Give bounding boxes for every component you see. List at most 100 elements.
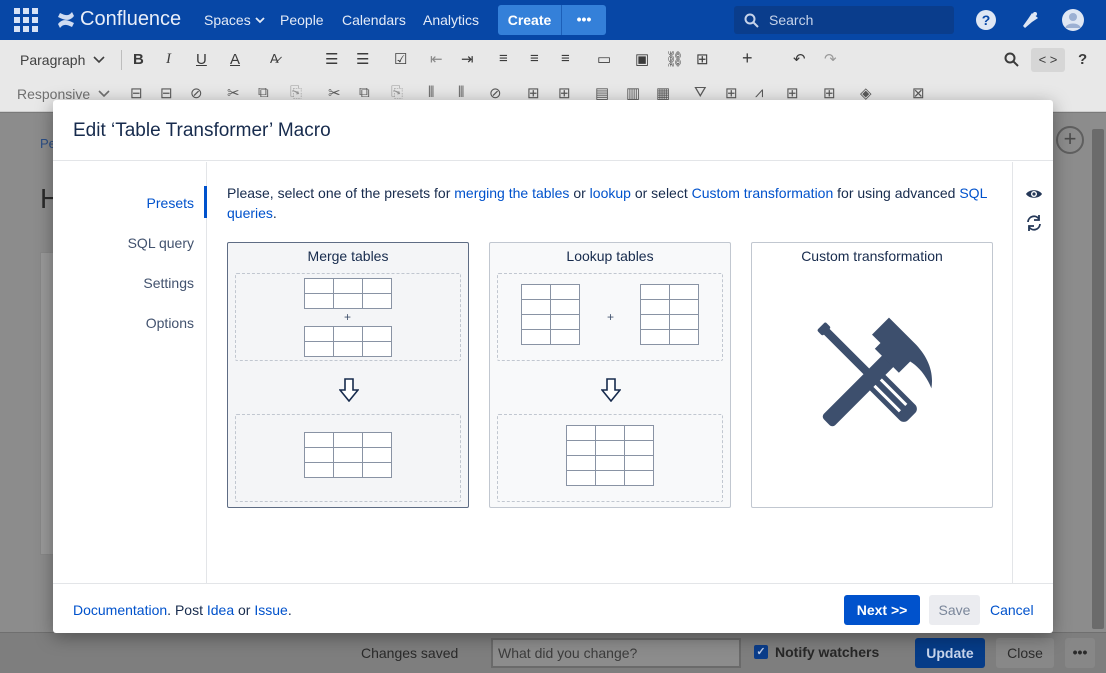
numbered-list-icon[interactable]: ☰: [356, 50, 369, 68]
next-button[interactable]: Next >>: [844, 595, 920, 625]
preset-title: Lookup tables: [566, 248, 654, 264]
search-placeholder: Search: [769, 12, 814, 28]
nav-people[interactable]: People: [280, 12, 324, 28]
tab-sql-query[interactable]: SQL query: [128, 235, 194, 251]
tab-settings[interactable]: Settings: [143, 275, 194, 291]
footer-links: Documentation. Post Idea or Issue.: [73, 602, 292, 618]
app-switcher-icon[interactable]: [14, 8, 40, 32]
scrollbar-thumb[interactable]: [1092, 129, 1104, 629]
create-more-button[interactable]: •••: [561, 5, 606, 35]
undo-icon[interactable]: ↶: [793, 50, 806, 68]
confluence-logo-icon: [58, 11, 74, 28]
update-button[interactable]: Update: [915, 638, 985, 668]
change-comment-input[interactable]: [491, 638, 741, 668]
result-table-area: [497, 414, 723, 502]
notifications-icon[interactable]: [1019, 9, 1041, 31]
preset-title: Custom transformation: [801, 248, 943, 264]
align-left-icon[interactable]: ≡: [499, 50, 508, 67]
redo-icon[interactable]: ↷: [824, 50, 837, 68]
source-tables-area: +: [497, 273, 723, 361]
italic-icon[interactable]: I: [166, 51, 171, 68]
active-tab-indicator: [204, 186, 207, 218]
table-preview-icon: [640, 284, 699, 345]
table-filter-icon[interactable]: ⛛: [694, 84, 707, 101]
svg-text:?: ?: [982, 12, 991, 28]
text-color-icon[interactable]: A: [230, 51, 240, 68]
merging-tables-link[interactable]: merging the tables: [454, 185, 569, 201]
help-icon[interactable]: ?: [975, 9, 997, 31]
refresh-icon[interactable]: [1025, 214, 1043, 232]
table-preview-icon: [304, 278, 392, 309]
footer-text: .: [287, 602, 292, 618]
paste-row-icon[interactable]: ⎘: [290, 84, 302, 101]
nav-spaces-label: Spaces: [204, 12, 251, 28]
hammer-screwdriver-icon: [817, 317, 933, 427]
help-shortcut-icon[interactable]: ?: [1078, 51, 1087, 68]
cancel-button[interactable]: Cancel: [990, 595, 1034, 625]
add-icon[interactable]: +: [1056, 126, 1084, 154]
chevron-down-icon: [93, 56, 105, 64]
tab-presets[interactable]: Presets: [147, 195, 194, 211]
footer-text: or: [234, 602, 255, 618]
close-button[interactable]: Close: [996, 638, 1054, 668]
issue-link[interactable]: Issue: [254, 602, 287, 618]
paragraph-select[interactable]: Paragraph: [20, 52, 105, 68]
save-status: Changes saved: [361, 645, 459, 661]
lookup-link[interactable]: lookup: [590, 185, 631, 201]
clear-format-icon[interactable]: A̷: [270, 51, 279, 66]
preset-card-merge-tables[interactable]: Merge tables +: [227, 242, 469, 508]
bullet-list-icon[interactable]: ☰: [325, 50, 338, 68]
source-tables-area: +: [235, 273, 461, 361]
confluence-logo[interactable]: Confluence: [56, 8, 181, 31]
align-right-icon[interactable]: ≡: [561, 50, 570, 67]
tab-options[interactable]: Options: [146, 315, 194, 331]
editor-footer: Changes saved ✓ Notify watchers Update C…: [0, 632, 1106, 673]
idea-link[interactable]: Idea: [207, 602, 234, 618]
image-icon[interactable]: ▣: [635, 50, 649, 68]
create-button[interactable]: Create: [498, 5, 561, 35]
preview-eye-icon[interactable]: [1025, 185, 1043, 203]
notify-watchers-checkbox[interactable]: ✓ Notify watchers: [754, 644, 879, 660]
insert-column-after-icon[interactable]: ⫴: [458, 84, 464, 101]
link-icon[interactable]: ⛓: [665, 50, 684, 68]
indent-icon[interactable]: ⇥: [461, 50, 474, 68]
outdent-icon[interactable]: ⇤: [430, 50, 443, 68]
intro-text: for using advanced: [833, 185, 960, 201]
insert-more-icon[interactable]: +: [742, 48, 753, 69]
insert-column-before-icon[interactable]: ⫴: [428, 84, 434, 101]
preset-title: Merge tables: [307, 248, 389, 264]
page-scrollbar[interactable]: [1090, 113, 1106, 632]
save-button[interactable]: Save: [929, 595, 980, 625]
table-icon[interactable]: ⊞: [696, 50, 709, 68]
nav-calendars[interactable]: Calendars: [342, 12, 406, 28]
documentation-link[interactable]: Documentation: [73, 602, 167, 618]
copy-row-icon[interactable]: ⧉: [258, 84, 269, 101]
source-editor-toggle[interactable]: < >: [1031, 48, 1065, 72]
chevron-down-icon: [255, 17, 265, 24]
profile-avatar-icon[interactable]: [1062, 9, 1084, 31]
plus-sign: +: [344, 310, 352, 324]
table-chart-icon[interactable]: ⩘: [755, 84, 763, 101]
underline-icon[interactable]: U: [196, 51, 207, 68]
page-layout-icon[interactable]: ▭: [597, 50, 611, 68]
dialog-tabs: Presets SQL query Settings Options: [53, 162, 207, 583]
more-actions-button[interactable]: •••: [1065, 638, 1095, 668]
footer-text: . Post: [167, 602, 207, 618]
nav-calendars-label: Calendars: [342, 12, 406, 28]
nav-analytics[interactable]: Analytics: [423, 12, 479, 28]
preset-card-lookup-tables[interactable]: Lookup tables +: [489, 242, 731, 508]
find-replace-icon[interactable]: [1004, 52, 1019, 67]
nav-spaces[interactable]: Spaces: [204, 12, 265, 28]
table-preview-icon: [521, 284, 580, 345]
align-center-icon[interactable]: ≡: [530, 50, 539, 67]
table-preview-icon: [304, 432, 392, 478]
task-list-icon[interactable]: ☑: [394, 50, 407, 68]
copy-column-icon[interactable]: ⧉: [359, 84, 370, 101]
paste-column-icon[interactable]: ⎘: [391, 84, 403, 101]
preset-card-custom-transformation[interactable]: Custom transformation: [751, 242, 993, 508]
search-input[interactable]: Search: [734, 6, 954, 34]
dialog-footer: Documentation. Post Idea or Issue. Next …: [53, 583, 1053, 633]
bold-icon[interactable]: B: [133, 51, 144, 68]
nav-analytics-label: Analytics: [423, 12, 480, 28]
custom-transformation-link[interactable]: Custom transformation: [692, 185, 834, 201]
